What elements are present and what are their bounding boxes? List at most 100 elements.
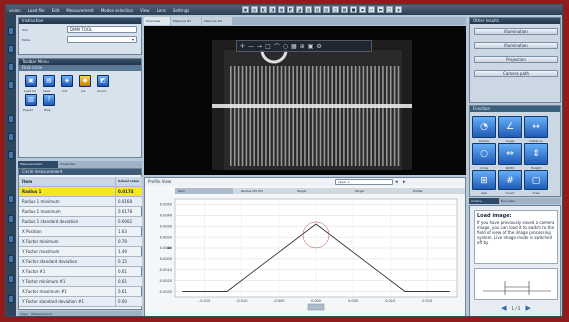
zoom-icon[interactable]: ⊕ (300, 43, 305, 50)
tab-measurements[interactable]: Measurements (18, 161, 58, 168)
status-tab-layer[interactable]: Layer (20, 311, 28, 316)
tab-measure-2[interactable]: Measure #2 (202, 17, 232, 25)
area-icon[interactable]: ▢ (524, 170, 548, 190)
toolbar-icon-1-icon[interactable]: ▣ (242, 6, 249, 13)
strip-tool-7-icon[interactable] (8, 151, 14, 159)
angle-icon[interactable]: ∠ (498, 116, 522, 138)
load-image-icon[interactable]: ▣ (25, 75, 37, 87)
distance-icon[interactable]: ↔ (524, 116, 548, 138)
tab-actions[interactable]: Actions (469, 198, 499, 204)
table-row[interactable]: X Factor #1 0.61 (19, 267, 142, 277)
toolbar-icon-9-icon[interactable]: ▧ (314, 6, 321, 13)
menu-vision[interactable]: vision (9, 8, 21, 13)
profile-chart[interactable]: 0.00500.00400.00300.00200.00100.0000-0.0… (145, 195, 465, 317)
toolbar-icon-10-icon[interactable]: ▨ (323, 6, 330, 13)
annotate-icon[interactable]: ◩ (97, 75, 109, 87)
menu-modes[interactable]: Modes selection (101, 8, 133, 13)
tool-field[interactable]: DMM TOOL (67, 26, 137, 33)
toolbar-icon-13-icon[interactable]: ■ (350, 6, 357, 13)
arc-icon[interactable]: ⌒ (274, 42, 280, 51)
width-icon[interactable]: ⇔ (498, 143, 522, 165)
table-row[interactable]: X Factor maximum #1 0.61 (19, 287, 142, 297)
fit-icon[interactable]: ▣ (308, 43, 314, 50)
radius-icon[interactable]: ◔ (472, 116, 496, 138)
toolbar-icon-6-icon[interactable]: ◩ (287, 6, 294, 13)
toolbar-icon-2-icon[interactable]: ▤ (251, 6, 258, 13)
strip-tool-3-icon[interactable] (8, 63, 14, 71)
table-row[interactable]: Y Factor standard deviation #1 0.00 (19, 297, 142, 307)
toolbar-icon-14-icon[interactable]: ▪ (359, 6, 366, 13)
camera-path-button[interactable]: Camera path (474, 70, 558, 77)
strip-tool-1-icon[interactable] (8, 27, 14, 35)
menu-view[interactable]: View (140, 8, 150, 13)
table-row[interactable]: Radius 1 standard deviation 0.0002 (19, 217, 142, 227)
menu-measurement[interactable]: Measurement (66, 8, 93, 13)
layer-select[interactable]: Layer 1 (335, 179, 393, 185)
rect-icon[interactable]: □ (265, 43, 271, 50)
prev-icon[interactable]: ◂ (395, 179, 398, 185)
status-tab-measurement[interactable]: Measurement (31, 311, 52, 316)
toolbar-icon-4-icon[interactable]: ◨ (269, 6, 276, 13)
toolbar-icon-15-icon[interactable]: ▫ (368, 6, 375, 13)
strip-tool-4-icon[interactable] (8, 81, 14, 89)
toolbar-icon-8-icon[interactable]: ▥ (305, 6, 312, 13)
menu-settings[interactable]: Settings (173, 8, 189, 13)
circle-icon[interactable]: ○ (472, 143, 496, 165)
menu-load-file[interactable]: Load file (28, 8, 45, 13)
menu-lens[interactable]: Lens (157, 8, 166, 13)
camera-image-view[interactable]: ✛ — → □ ⌒ ○ ▦ ⊕ ▣ ⚙ (144, 26, 466, 175)
strip-tool-12-icon[interactable] (8, 275, 14, 283)
pager-prev-icon[interactable]: ◀ (501, 304, 506, 312)
pager-next-icon[interactable]: ▶ (525, 304, 530, 312)
strip-tool-2-icon[interactable] (8, 45, 14, 53)
count-icon[interactable]: ◈ (61, 75, 73, 87)
illumination-button-2[interactable]: Illumination (474, 42, 558, 49)
strip-tool-9-icon[interactable] (8, 215, 14, 223)
cursor-icon[interactable]: ✛ (240, 43, 245, 50)
toolbar-icon-11-icon[interactable]: ◫ (332, 6, 339, 13)
tab-overview[interactable]: Overview (144, 17, 170, 25)
height-icon[interactable]: ⇕ (524, 143, 548, 165)
toolbar-icon-12-icon[interactable]: ▩ (341, 6, 348, 13)
insert-icon[interactable]: ◆ (79, 75, 91, 87)
strip-tool-11-icon[interactable] (8, 255, 14, 263)
settings-icon[interactable]: ⚙ (316, 43, 321, 50)
menu-edit[interactable]: Edit (52, 8, 60, 13)
gap-icon[interactable]: ⊞ (472, 170, 496, 190)
toolbar-icon-17-icon[interactable]: □ (386, 6, 393, 13)
table-row[interactable]: Radius 1 maximum 0.0178 (19, 207, 142, 217)
table-row[interactable]: Radius 1 minimum 0.0168 (19, 197, 142, 207)
strip-tool-13-icon[interactable] (8, 295, 14, 303)
toolbar-icon-16-icon[interactable]: ▬ (377, 6, 384, 13)
toolbar-icon-7-icon[interactable]: ◪ (296, 6, 303, 13)
table-row[interactable]: X Factor standard deviation 0.15 (19, 257, 142, 267)
count-icon[interactable]: # (498, 170, 522, 190)
strip-tool-5-icon[interactable] (8, 115, 14, 123)
export-icon[interactable]: ▥ (25, 94, 37, 106)
tab-measure-1[interactable]: Measure #1 (171, 17, 201, 25)
table-row[interactable]: Y Factor maximum 1.49 (19, 247, 142, 257)
illumination-button-1[interactable]: Illumination (474, 28, 558, 35)
mode-select[interactable]: ▾ (67, 36, 137, 43)
circle-icon[interactable]: ○ (283, 43, 288, 50)
save-icon[interactable]: ▤ (43, 75, 55, 87)
toolbar-icon-5-icon[interactable]: ▦ (278, 6, 285, 13)
arrow-icon[interactable]: → (257, 43, 262, 50)
function-title: Function (470, 106, 560, 112)
strip-tool-6-icon[interactable] (8, 133, 14, 141)
table-row[interactable]: Radius 1 0.0174 (19, 187, 142, 197)
grid-icon[interactable]: ▦ (291, 43, 297, 50)
toolbar-icon-18-icon[interactable]: ◈ (395, 6, 402, 13)
projection-button[interactable]: Projection (474, 56, 558, 63)
strip-tool-8-icon[interactable] (8, 195, 14, 203)
tab-properties[interactable]: Properties (58, 161, 98, 168)
line-icon[interactable]: — (248, 43, 254, 50)
table-row[interactable]: X Position 1.63 (19, 227, 142, 237)
help-icon[interactable]: ? (43, 94, 55, 106)
next-icon[interactable]: ▸ (403, 179, 406, 185)
tab-run-view[interactable]: Run view (499, 198, 529, 204)
toolbar-icon-3-icon[interactable]: ◧ (260, 6, 267, 13)
table-row[interactable]: X Factor minimum 0.79 (19, 237, 142, 247)
table-row[interactable]: Y Factor minimum #1 0.61 (19, 277, 142, 287)
strip-tool-10-icon[interactable] (8, 235, 14, 243)
